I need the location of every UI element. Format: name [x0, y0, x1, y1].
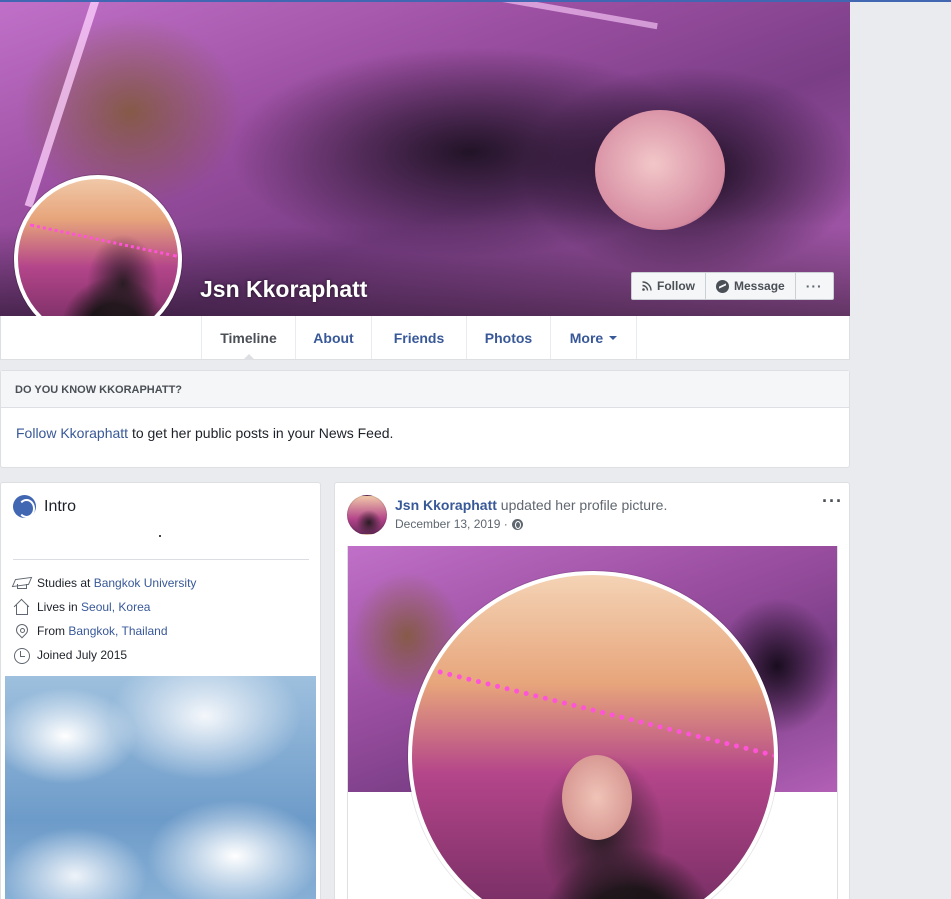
follow-label: Follow [657, 279, 695, 293]
post-options-button[interactable]: ··· [822, 491, 843, 512]
tab-photos[interactable]: Photos [466, 316, 550, 359]
post-headline: Jsn Kkoraphatt updated her profile pictu… [395, 497, 667, 513]
profile-name[interactable]: Jsn Kkoraphatt [200, 276, 367, 303]
intro-bio-dot [159, 535, 161, 537]
intro-title: Intro [13, 495, 76, 518]
more-dots-icon: ··· [805, 278, 823, 294]
tab-friends[interactable]: Friends [371, 316, 466, 359]
clock-icon [13, 647, 30, 664]
intro-divider [13, 559, 309, 560]
intro-featured-photo[interactable] [5, 676, 316, 899]
cover-neon-light [302, 2, 658, 30]
intro-studies: Studies at Bangkok University [13, 575, 196, 591]
graduation-cap-icon [13, 575, 29, 591]
post-author-avatar[interactable] [347, 495, 387, 535]
intro-title-text: Intro [44, 497, 77, 515]
lives-prefix: Lives in [37, 600, 82, 614]
intro-lives: Lives in Seoul, Korea [13, 599, 150, 615]
post-meta: December 13, 2019 · [395, 517, 523, 531]
post-avatar-face [562, 755, 632, 840]
post-author-link[interactable]: Jsn Kkoraphatt [395, 497, 497, 513]
intro-from: From Bangkok, Thailand [13, 623, 168, 639]
messenger-icon [716, 279, 729, 293]
tab-about[interactable]: About [295, 316, 371, 359]
studies-link[interactable]: Bangkok University [94, 576, 197, 590]
rss-icon [642, 281, 652, 291]
home-icon [13, 599, 29, 615]
post-avatar-lights [425, 666, 774, 766]
profile-tab-bar: Timeline About Friends Photos More [0, 316, 850, 360]
cover-action-buttons: Follow Message ··· [631, 272, 834, 300]
globe-icon [13, 495, 36, 518]
follow-button[interactable]: Follow [632, 273, 706, 299]
tab-more[interactable]: More [550, 316, 637, 359]
message-button[interactable]: Message [706, 273, 796, 299]
tab-more-label: More [569, 329, 604, 346]
do-you-know-header: DO YOU KNOW KKORAPHATT? [1, 371, 849, 408]
from-prefix: From [37, 624, 69, 638]
do-you-know-body: Follow Kkoraphatt to get her public post… [1, 408, 849, 458]
post-date[interactable]: December 13, 2019 · [395, 517, 508, 531]
follow-link[interactable]: Follow Kkoraphatt [16, 425, 128, 441]
public-globe-icon[interactable] [511, 518, 523, 530]
avatar-lights [28, 223, 178, 263]
joined-text: Joined July 2015 [37, 648, 128, 662]
post-action-text: updated her profile picture. [496, 497, 668, 513]
do-you-know-box: DO YOU KNOW KKORAPHATT? Follow Kkoraphat… [0, 370, 850, 468]
from-link[interactable]: Bangkok, Thailand [68, 624, 167, 638]
more-options-button[interactable]: ··· [796, 273, 833, 299]
intro-joined: Joined July 2015 [13, 647, 128, 664]
right-blank-pane [850, 2, 951, 899]
location-pin-icon [13, 623, 29, 639]
studies-prefix: Studies at [37, 576, 94, 590]
tab-timeline[interactable]: Timeline [201, 316, 295, 360]
follow-description: to get her public posts in your News Fee… [128, 425, 394, 441]
caret-down-icon [609, 335, 618, 340]
lives-link[interactable]: Seoul, Korea [81, 600, 150, 614]
timeline-post: Jsn Kkoraphatt updated her profile pictu… [334, 482, 850, 899]
cover-face [595, 110, 725, 230]
message-label: Message [734, 279, 785, 293]
intro-card: Intro Studies at Bangkok University Live… [0, 482, 321, 899]
